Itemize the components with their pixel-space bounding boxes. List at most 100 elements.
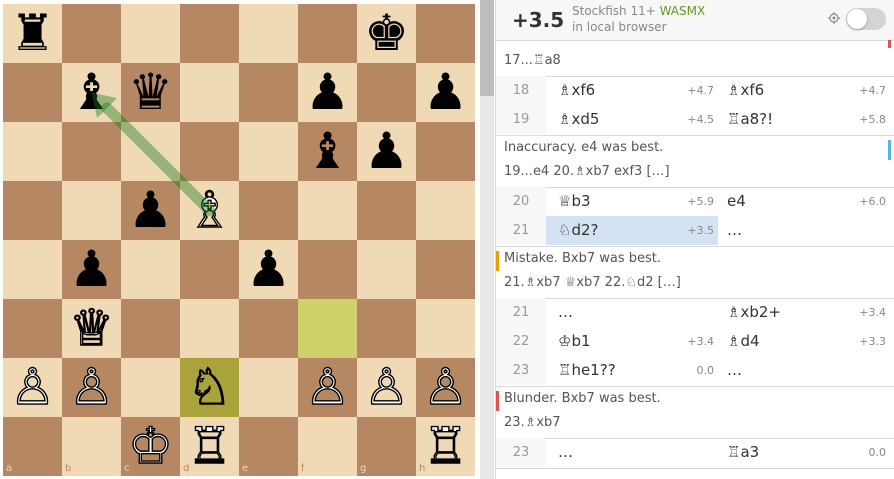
blunder-line[interactable]: 23.♗xb7	[504, 415, 561, 430]
white-move[interactable]: ♔b1	[558, 332, 591, 350]
black-pawn-g6[interactable]: ♟	[357, 122, 416, 181]
engine-name: Stockfish 11+ WASMX	[572, 4, 705, 18]
square-d8[interactable]	[180, 4, 239, 63]
engine-toggle-knob[interactable]	[847, 9, 867, 29]
white-move-eval: +5.9	[687, 195, 714, 208]
black-move[interactable]: …	[727, 221, 742, 239]
white-pawn-b2[interactable]: ♙	[62, 357, 121, 417]
analysis-panel: +3.5 Stockfish 11+ WASMX in local browse…	[495, 0, 894, 479]
square-f3[interactable]	[298, 299, 357, 358]
black-move[interactable]: ♖a8?!	[727, 110, 773, 128]
separator	[496, 187, 894, 188]
white-move[interactable]: ♗xd5	[558, 110, 599, 128]
black-move[interactable]: ♗xf6	[727, 81, 764, 99]
separator	[496, 438, 894, 439]
white-pawn-f2[interactable]: ♙	[298, 357, 357, 417]
rank-label: 5	[466, 183, 473, 194]
square-f1[interactable]	[298, 417, 357, 476]
mistake-marker	[496, 251, 499, 271]
white-move[interactable]: …	[558, 443, 573, 461]
black-move-eval: +5.8	[859, 113, 886, 126]
square-e8[interactable]	[239, 4, 298, 63]
black-pawn-c5[interactable]: ♟	[121, 181, 180, 240]
square-b5[interactable]	[62, 181, 121, 240]
square-g4[interactable]	[357, 240, 416, 299]
white-rook-h1[interactable]: ♖	[416, 416, 475, 476]
separator	[496, 386, 894, 387]
square-e5[interactable]	[239, 181, 298, 240]
square-f5[interactable]	[298, 181, 357, 240]
black-move[interactable]: …	[727, 361, 742, 379]
square-d7[interactable]	[180, 63, 239, 122]
rank-label: 6	[466, 124, 473, 135]
square-a3[interactable]	[3, 299, 62, 358]
white-pawn-a2[interactable]: ♙	[3, 357, 62, 417]
square-c6[interactable]	[121, 122, 180, 181]
white-move-eval: +4.7	[687, 84, 714, 97]
square-b8[interactable]	[62, 4, 121, 63]
square-e2[interactable]	[239, 358, 298, 417]
chess-board[interactable]: a b c d e f g h 8 7 6 5 4 3 2 1 ♜ ♚ ♝ ♛ ♟ ♟ ♝ ♟ ♟ ♗ ♟ ♟ ♕ ♙ ♙ ♘ ♙ ♙ ♙ ♔ ♖ ♖	[3, 4, 475, 476]
square-d3[interactable]	[180, 299, 239, 358]
blunder-marker	[888, 40, 891, 48]
square-f4[interactable]	[298, 240, 357, 299]
white-bishop-d5[interactable]: ♗	[180, 180, 239, 240]
square-c4[interactable]	[121, 240, 180, 299]
engine-location: in local browser	[572, 20, 667, 34]
square-c8[interactable]	[121, 4, 180, 63]
mistake-comment: Mistake. Bxb7 was best.	[504, 251, 662, 266]
black-pawn-e4[interactable]: ♟	[239, 240, 298, 299]
black-pawn-f7[interactable]: ♟	[298, 63, 357, 122]
move-number: 23	[496, 356, 546, 385]
engine-toggle[interactable]	[846, 8, 886, 30]
black-move[interactable]: ♗d4	[727, 332, 760, 350]
black-bishop-f6[interactable]: ♝	[298, 122, 357, 181]
white-move[interactable]: ♖he1??	[558, 361, 616, 379]
black-move[interactable]: ♗xb2+	[727, 303, 781, 321]
crosshair-icon[interactable]	[828, 12, 840, 24]
square-a6[interactable]	[3, 122, 62, 181]
square-d6[interactable]	[180, 122, 239, 181]
square-e7[interactable]	[239, 63, 298, 122]
black-pawn-b4[interactable]: ♟	[62, 240, 121, 299]
black-queen-c7[interactable]: ♛	[121, 63, 180, 122]
move-number: 18	[496, 76, 546, 105]
inaccuracy-line[interactable]: 19...e4 20.♗xb7 exf3 […]	[504, 164, 670, 179]
black-move[interactable]: ♖a3	[727, 443, 759, 461]
black-pawn-h7[interactable]: ♟	[416, 63, 475, 122]
square-a4[interactable]	[3, 240, 62, 299]
white-queen-b3[interactable]: ♕	[62, 298, 121, 358]
square-f8[interactable]	[298, 4, 357, 63]
file-label: b	[65, 463, 72, 474]
square-g5[interactable]	[357, 181, 416, 240]
square-b6[interactable]	[62, 122, 121, 181]
mistake-line[interactable]: 21.♗xb7 ♕xb7 22.♘d2 […]	[504, 275, 681, 290]
black-rook-a8[interactable]: ♜	[3, 4, 62, 63]
square-e3[interactable]	[239, 299, 298, 358]
white-knight-d2[interactable]: ♘	[180, 357, 239, 417]
white-king-c1[interactable]: ♔	[121, 416, 180, 476]
square-g3[interactable]	[357, 299, 416, 358]
move-number: 23	[496, 438, 546, 467]
white-move-eval: 0.0	[696, 364, 715, 377]
white-pawn-g2[interactable]: ♙	[357, 357, 416, 417]
black-king-g8[interactable]: ♚	[357, 4, 416, 63]
square-e6[interactable]	[239, 122, 298, 181]
inaccuracy-marker	[888, 140, 891, 160]
white-rook-d1[interactable]: ♖	[180, 416, 239, 476]
square-d4[interactable]	[180, 240, 239, 299]
scrollbar-thumb[interactable]	[480, 0, 494, 96]
white-pawn-h2[interactable]: ♙	[416, 357, 475, 417]
white-move[interactable]: ♗xf6	[558, 81, 595, 99]
black-move[interactable]: e4	[727, 192, 746, 210]
white-move[interactable]: …	[558, 303, 573, 321]
white-move[interactable]: ♘d2?	[558, 221, 598, 239]
square-g7[interactable]	[357, 63, 416, 122]
square-a7[interactable]	[3, 63, 62, 122]
square-c2[interactable]	[121, 358, 180, 417]
square-a5[interactable]	[3, 181, 62, 240]
white-move-eval: +4.5	[687, 113, 714, 126]
white-move[interactable]: ♕b3	[558, 192, 591, 210]
square-c3[interactable]	[121, 299, 180, 358]
black-bishop-b7[interactable]: ♝	[62, 63, 121, 122]
